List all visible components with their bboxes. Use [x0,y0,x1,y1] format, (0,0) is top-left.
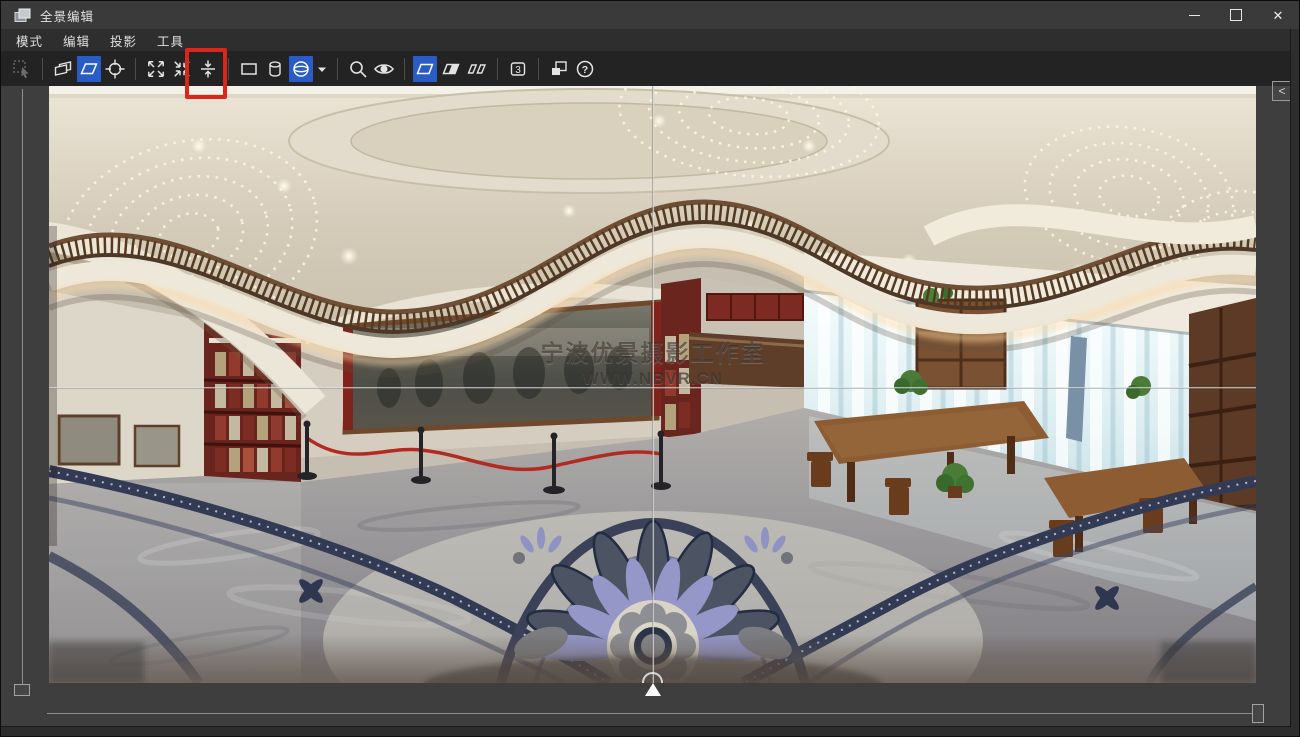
window-cascade-button[interactable] [547,56,571,82]
view-split-button[interactable] [439,56,463,82]
app-icon [14,7,32,23]
projection-dropdown-button[interactable] [315,56,329,82]
toolbar-separator [538,58,539,80]
projection-cylinder-button[interactable] [263,56,287,82]
watermark-studio-name: 宁波优景摄影工作室 [541,334,766,368]
zoom-button[interactable] [346,56,370,82]
view-triple-label: 3 [515,64,521,75]
pano-cascade-button[interactable] [51,56,75,82]
panel-collapse-button[interactable]: < [1272,81,1292,101]
toolbar-separator [135,58,136,80]
menubar: 模式 编辑 投影 工具 [1,29,1299,51]
select-tool-button[interactable] [10,56,34,82]
center-marker-handle[interactable] [645,683,661,696]
preview-eye-button[interactable] [372,56,396,82]
toolbar: 3 ? [1,51,1299,86]
close-button[interactable]: ✕ [1257,1,1299,29]
vertical-slider-track[interactable] [22,89,23,686]
menu-edit[interactable]: 编辑 [56,31,97,50]
maximize-icon [1230,9,1242,21]
view-triple-button[interactable]: 3 [506,56,530,82]
pano-edit-button[interactable] [77,56,101,82]
panorama-editor-window: 全景编辑 ✕ 模式 编辑 投影 工具 [0,0,1300,737]
close-icon: ✕ [1273,9,1284,22]
projection-sphere-button[interactable] [289,56,313,82]
menu-projection[interactable]: 投影 [103,31,144,50]
window-edge-right [1290,29,1299,736]
help-glyph: ? [582,64,588,76]
toolbar-separator [337,58,338,80]
watermark-url: WWW.NBVR.CN [583,369,723,389]
align-horizon-button[interactable] [196,56,220,82]
horizontal-slider-track[interactable] [47,713,1255,714]
fit-expand-button[interactable] [144,56,168,82]
fit-shrink-button[interactable] [170,56,194,82]
maximize-button[interactable] [1215,1,1257,29]
view-single-button[interactable] [413,56,437,82]
titlebar: 全景编辑 ✕ [1,1,1299,29]
chevron-left-icon: < [1278,84,1285,98]
toolbar-separator [404,58,405,80]
window-controls: ✕ [1173,1,1299,29]
toolbar-separator [42,58,43,80]
horizontal-slider-thumb[interactable] [1252,704,1264,723]
menu-mode[interactable]: 模式 [9,31,50,50]
minimize-button[interactable] [1173,1,1215,29]
window-title: 全景编辑 [40,6,94,25]
minimize-icon [1189,15,1200,16]
panorama-canvas[interactable]: 宁波优景摄影工作室 WWW.NBVR.CN [49,86,1256,683]
set-center-button[interactable] [103,56,127,82]
toolbar-separator [497,58,498,80]
menu-tools[interactable]: 工具 [150,31,191,50]
toolbar-separator [228,58,229,80]
help-button[interactable]: ? [573,56,597,82]
projection-flat-button[interactable] [237,56,261,82]
view-dual-button[interactable] [465,56,489,82]
window-edge-bottom [1,726,1291,736]
vertical-slider-thumb[interactable] [14,684,30,696]
